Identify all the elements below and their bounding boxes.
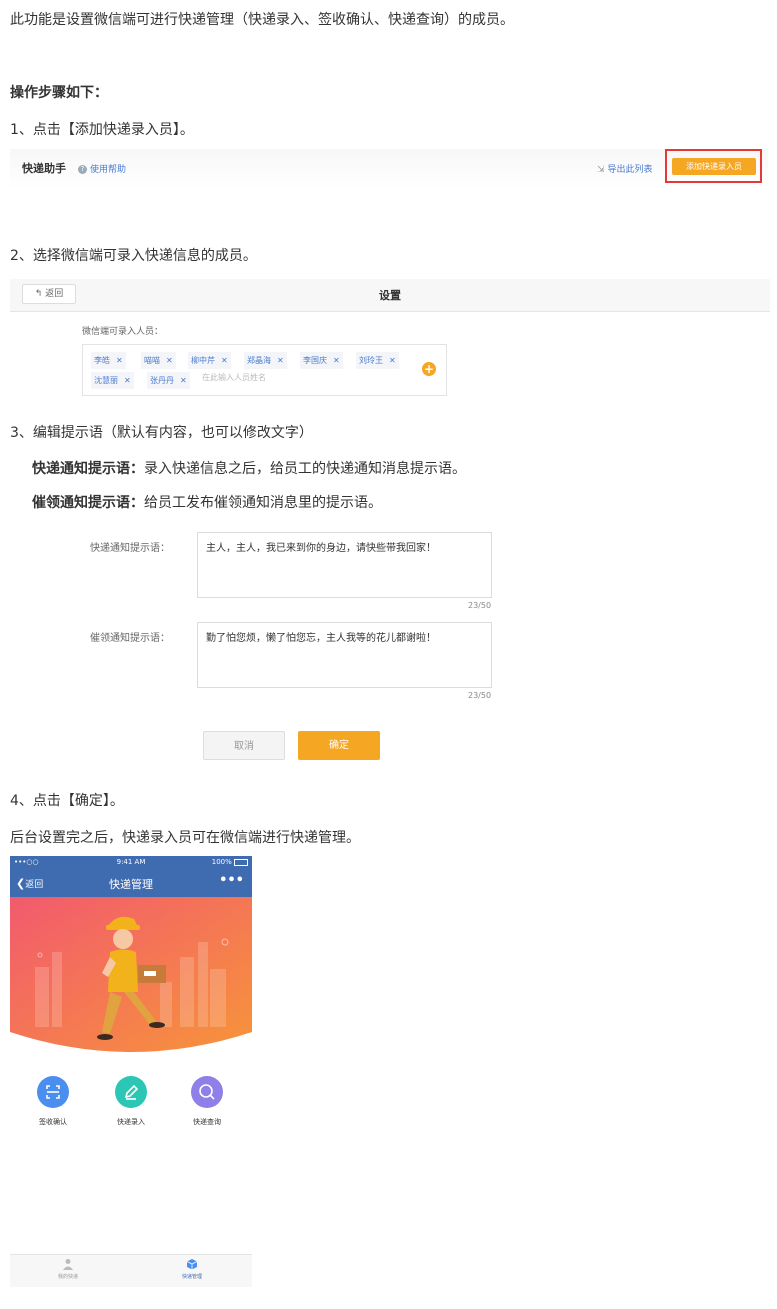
pencil-icon	[115, 1076, 147, 1108]
remove-icon[interactable]: ✕	[221, 356, 228, 365]
hero-banner	[10, 897, 252, 1052]
app-label: 签收确认	[39, 1118, 67, 1126]
member-selector[interactable]: 李皓 ✕ 喵喵 ✕ 柳中芹 ✕ 郑晶海 ✕ 李国庆 ✕ 刘玲王 ✕ 沈慧丽 ✕ 张丹丹 ✕ 在此…	[82, 344, 447, 396]
remove-icon[interactable]: ✕	[124, 376, 131, 385]
status-bar: •••○○ 9:41 AM 100%	[10, 856, 252, 870]
remove-icon[interactable]: ✕	[277, 356, 284, 365]
express-tip-label: 快递通知提示语：	[32, 461, 144, 477]
app-label: 快递录入	[117, 1118, 145, 1126]
member-search-input[interactable]: 在此输入人员姓名	[202, 372, 266, 383]
step3-text: 3、编辑提示语（默认有内容，也可以修改文字）	[10, 425, 313, 441]
back-label: 返回	[45, 289, 64, 299]
confirm-button[interactable]: 确定	[298, 731, 380, 760]
steps-heading: 操作步骤如下：	[10, 85, 108, 101]
cancel-button[interactable]: 取消	[203, 731, 285, 760]
back-arrow-icon: ↰	[34, 289, 46, 299]
chevron-left-icon: ❮	[16, 877, 26, 890]
remove-icon[interactable]: ✕	[180, 376, 187, 385]
claim-tip-textarea[interactable]: 勤了怕您烦，懒了怕您忘，主人我等的花儿都谢啦！	[197, 622, 492, 688]
help-link[interactable]: ? 使用帮助	[78, 162, 126, 175]
member-name: 张丹丹	[150, 376, 174, 385]
tab-express-manage[interactable]: 快递管理	[162, 1258, 222, 1280]
sign-confirm-app[interactable]: 签收确认	[23, 1076, 83, 1127]
claim-tip-label: 催领通知提示语：	[32, 495, 144, 511]
settings-header: 设置 ↰ 返回	[10, 279, 770, 312]
member-label: 微信端可录入人员：	[82, 327, 164, 337]
remove-icon[interactable]: ✕	[116, 356, 123, 365]
member-tag: 柳中芹 ✕	[188, 352, 231, 369]
help-label: 使用帮助	[90, 165, 127, 175]
app-label: 快递查询	[193, 1118, 221, 1126]
member-tag: 李皓 ✕	[91, 352, 126, 369]
claim-tip-desc: 给员工发布催领通知消息里的提示语。	[144, 495, 382, 511]
scan-icon	[37, 1076, 69, 1108]
settings-title: 设置	[379, 289, 401, 302]
step2-text: 2、选择微信端可录入快递信息的成员。	[10, 248, 257, 264]
person-icon	[62, 1258, 74, 1270]
export-label: 导出此列表	[607, 165, 653, 175]
courier-illustration	[10, 897, 252, 1052]
express-tip-desc: 录入快递信息之后，给员工的快递通知消息提示语。	[144, 461, 466, 477]
member-tag: 刘玲王 ✕	[356, 352, 399, 369]
highlight-box: 添加快递录入员	[665, 149, 762, 183]
claim-field-label: 催领通知提示语：	[90, 633, 170, 644]
member-tag: 郑晶海 ✕	[244, 352, 287, 369]
member-tag: 张丹丹 ✕	[147, 372, 190, 389]
back-button[interactable]: ↰ 返回	[22, 284, 76, 304]
member-name: 郑晶海	[247, 356, 271, 365]
package-icon	[186, 1258, 198, 1270]
tab-label: 我的快递	[57, 1274, 78, 1280]
battery-label: 100%	[211, 858, 232, 866]
tab-label: 快递管理	[181, 1274, 202, 1280]
express-tip-line: 快递通知提示语：录入快递信息之后，给员工的快递通知消息提示语。	[32, 458, 466, 478]
after-text: 后台设置完之后，快递录入员可在微信端进行快递管理。	[10, 830, 360, 846]
nav-bar: 快递管理 ❮返回 •••	[10, 870, 252, 897]
member-name: 喵喵	[144, 356, 160, 365]
member-name: 李皓	[94, 356, 110, 365]
phone-screen: •••○○ 9:41 AM 100% 快递管理 ❮返回 ••• 签收确认 快递录…	[10, 856, 252, 1287]
intro-text: 此功能是设置微信端可进行快递管理（快递录入、签收确认、快递查询）的成员。	[10, 12, 514, 28]
export-icon: ⇲	[597, 165, 605, 175]
remove-icon[interactable]: ✕	[389, 356, 396, 365]
express-tip-textarea[interactable]: 主人，主人，我已来到你的身边，请快些带我回家！	[197, 532, 492, 598]
battery-icon	[234, 858, 248, 866]
member-tag: 喵喵 ✕	[141, 352, 176, 369]
add-member-icon[interactable]: +	[422, 362, 436, 376]
more-menu-button[interactable]: •••	[219, 873, 244, 888]
add-courier-button[interactable]: 添加快递录入员	[672, 158, 756, 175]
member-name: 柳中芹	[191, 356, 215, 365]
search-icon	[191, 1076, 223, 1108]
help-icon: ?	[78, 165, 87, 174]
express-char-count: 23/50	[468, 601, 492, 610]
claim-char-count: 23/50	[468, 691, 492, 700]
toolbar-title: 快递助手	[22, 162, 66, 175]
remove-icon[interactable]: ✕	[166, 356, 173, 365]
nav-back-label: 返回	[25, 880, 44, 890]
express-field-label: 快递通知提示语：	[90, 543, 170, 554]
express-query-app[interactable]: 快递查询	[177, 1076, 237, 1127]
nav-title: 快递管理	[109, 878, 153, 891]
battery-indicator: 100%	[212, 858, 248, 866]
member-name: 李国庆	[303, 356, 327, 365]
step4-text: 4、点击【确定】。	[10, 793, 124, 809]
member-name: 刘玲王	[359, 356, 383, 365]
export-link[interactable]: ⇲ 导出此列表	[597, 162, 653, 175]
express-entry-app[interactable]: 快递录入	[101, 1076, 161, 1127]
tab-bar: 我的快递 快递管理	[10, 1254, 252, 1287]
claim-tip-line: 催领通知提示语：给员工发布催领通知消息里的提示语。	[32, 492, 382, 512]
member-tag: 沈慧丽 ✕	[91, 372, 134, 389]
tab-my-express[interactable]: 我的快递	[38, 1258, 98, 1280]
claim-tip-value: 勤了怕您烦，懒了怕您忘，主人我等的花儿都谢啦！	[206, 633, 436, 644]
nav-back-button[interactable]: ❮返回	[16, 877, 43, 890]
member-name: 沈慧丽	[94, 376, 118, 385]
express-tip-value: 主人，主人，我已来到你的身边，请快些带我回家！	[206, 543, 436, 554]
step1-text: 1、点击【添加快递录入员】。	[10, 122, 194, 138]
member-tag: 李国庆 ✕	[300, 352, 343, 369]
express-toolbar: 快递助手 ? 使用帮助 ⇲ 导出此列表 添加快递录入员	[10, 149, 768, 189]
remove-icon[interactable]: ✕	[333, 356, 340, 365]
